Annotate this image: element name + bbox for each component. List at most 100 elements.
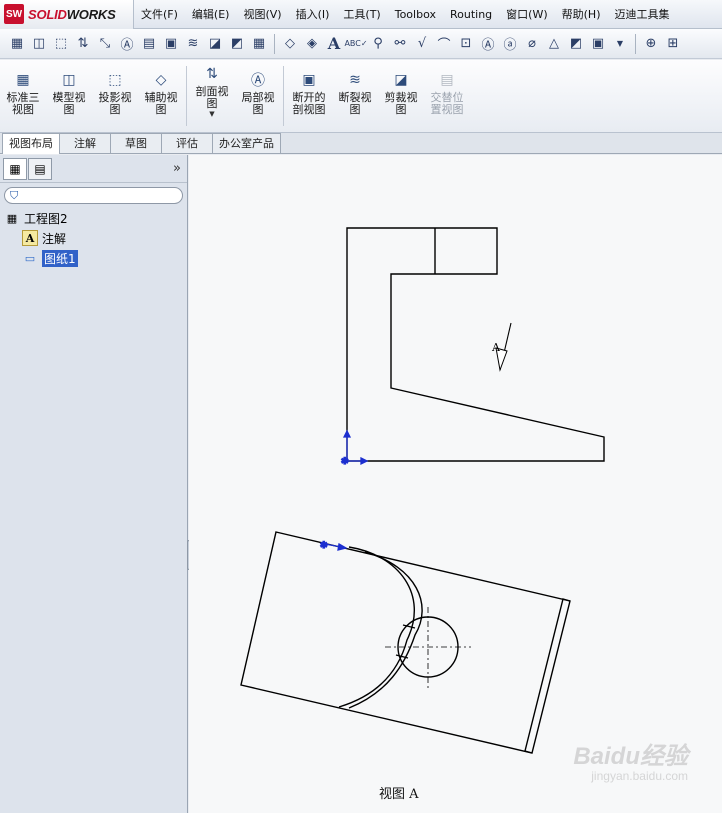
- section-view-a[interactable]: [240, 531, 571, 754]
- menu-bar: SW SOLIDWORKS 文件(F) 编辑(E) 视图(V) 插入(I) 工具…: [0, 0, 722, 29]
- tab-sketch[interactable]: 草图: [110, 133, 162, 153]
- auxiliary-view-button[interactable]: ◇ 辅助视图: [138, 60, 184, 132]
- tree-item-label: 图纸1: [42, 249, 78, 267]
- dropdown-arrow-icon[interactable]: ▼: [609, 33, 631, 55]
- crop-view-button[interactable]: ◪ 剪裁视图: [378, 60, 424, 132]
- block-outline: [240, 531, 571, 754]
- menu-insert[interactable]: 插入(I): [289, 0, 337, 29]
- feature-manager-panel: ▦ ▤ » ⛉ ▦ 工程图2 A 注解 ▭ 图纸1: [0, 155, 188, 813]
- toolbar-separator: [635, 33, 636, 54]
- label-line: 置视图: [430, 103, 464, 116]
- center-mark-icon[interactable]: ⊕: [640, 33, 662, 55]
- datum-target-icon[interactable]: ⌀: [521, 33, 543, 55]
- toolbar-separator: [274, 33, 275, 54]
- menu-file[interactable]: 文件(F): [134, 0, 185, 29]
- weld-symbol-icon[interactable]: ⌒: [433, 33, 455, 55]
- datum-feature-icon[interactable]: ⓐ: [499, 33, 521, 55]
- detail-view-icon: Ⓐ: [251, 73, 265, 89]
- label-line: 图: [252, 103, 264, 116]
- tab-office-products[interactable]: 办公室产品: [212, 133, 281, 153]
- alternate-position-view-button[interactable]: ▤ 交替位 置视图: [424, 60, 470, 132]
- break-view-icon[interactable]: ▤: [138, 33, 160, 55]
- tab-view-layout[interactable]: 视图布局: [2, 133, 60, 154]
- menu-routing[interactable]: Routing: [443, 0, 499, 29]
- layer-icon[interactable]: ◩: [226, 33, 248, 55]
- section-letter: A: [491, 341, 501, 354]
- alternate-position-icon[interactable]: ◪: [204, 33, 226, 55]
- model-view-button[interactable]: ◫ 模型视图: [46, 60, 92, 132]
- feature-manager-tab-icon[interactable]: ▦: [3, 157, 27, 180]
- section-view-button[interactable]: ⇅ 剖面视图 ▼: [189, 60, 235, 132]
- section-view-dropdown-icon[interactable]: ▼: [209, 110, 214, 118]
- watermark-url: jingyan.baidu.com: [591, 769, 688, 783]
- expand-panel-icon[interactable]: »: [173, 161, 181, 176]
- break-view-button[interactable]: ≋ 断裂视图: [332, 60, 378, 132]
- geometric-tolerance-icon[interactable]: Ⓐ: [477, 33, 499, 55]
- ds-logo-icon: SW: [4, 4, 24, 24]
- menu-window[interactable]: 窗口(W): [499, 0, 554, 29]
- tree-item-sheet[interactable]: ▭ 图纸1: [4, 248, 187, 268]
- front-view[interactable]: [346, 227, 605, 462]
- model-items-icon[interactable]: ◈: [301, 33, 323, 55]
- label-line: 图: [395, 103, 407, 116]
- smart-dimension-icon[interactable]: ◇: [279, 33, 301, 55]
- annotations-icon: A: [22, 230, 38, 246]
- projected-view-icon: ⬚: [108, 72, 122, 88]
- section-arrow[interactable]: A: [491, 322, 512, 372]
- tree-item-label: 注解: [42, 231, 67, 246]
- brand-wordmark: SOLIDWORKS: [28, 6, 116, 22]
- drawing-sheet-canvas[interactable]: A ✱ ✱ 视图 A Baidu经验 jingyan.baidu.com: [189, 155, 722, 813]
- command-tabs: 视图布局 注解 草图 评估 办公室产品: [0, 133, 722, 154]
- menu-toolbox[interactable]: Toolbox: [388, 0, 443, 29]
- detail-view-button[interactable]: Ⓐ 局部视图: [235, 60, 281, 132]
- label-line: 图: [206, 97, 218, 110]
- grid-icon[interactable]: ▦: [248, 33, 270, 55]
- menu-edit[interactable]: 编辑(E): [185, 0, 237, 29]
- drawing-toolbar: ▦ ◫ ⬚ ⇅ ⤡ Ⓐ ▤ ▣ ≋ ◪ ◩ ▦ ◇ ◈ A ABC✓ ⚲ ⚯ √…: [0, 29, 722, 59]
- tab-annotation[interactable]: 注解: [59, 133, 111, 153]
- label-line: 图: [109, 103, 121, 116]
- broken-out-section-button[interactable]: ▣ 断开的 剖视图: [286, 60, 332, 132]
- surface-finish-icon[interactable]: √: [411, 33, 433, 55]
- tree-item-drawing[interactable]: ▦ 工程图2: [4, 208, 187, 228]
- auxiliary-view-icon[interactable]: ⇅: [72, 33, 94, 55]
- hatch-fill-icon[interactable]: ◩: [565, 33, 587, 55]
- projected-view-button[interactable]: ⬚ 投影视图: [92, 60, 138, 132]
- menu-view[interactable]: 视图(V): [236, 0, 288, 29]
- broken-out-section-icon[interactable]: ▣: [160, 33, 182, 55]
- command-separator: [283, 66, 284, 126]
- model-view-icon[interactable]: ◫: [28, 33, 50, 55]
- balloon-icon[interactable]: ⚲: [367, 33, 389, 55]
- feature-tree: ▦ 工程图2 A 注解 ▭ 图纸1: [0, 208, 187, 268]
- auxiliary-view-icon: ◇: [155, 72, 167, 88]
- tab-evaluate[interactable]: 评估: [161, 133, 213, 153]
- revision-symbol-icon[interactable]: △: [543, 33, 565, 55]
- menu-help[interactable]: 帮助(H): [555, 0, 608, 29]
- property-manager-tab-icon[interactable]: ▤: [28, 157, 52, 180]
- tree-item-annotations[interactable]: A 注解: [4, 228, 187, 248]
- solidworks-window: SW SOLIDWORKS 文件(F) 编辑(E) 视图(V) 插入(I) 工具…: [0, 0, 722, 813]
- crop-view-icon[interactable]: ≋: [182, 33, 204, 55]
- menu-tools[interactable]: 工具(T): [336, 0, 387, 29]
- solidworks-logo[interactable]: SW SOLIDWORKS: [0, 0, 134, 29]
- note-icon[interactable]: A: [323, 33, 345, 55]
- alternate-position-icon: ▤: [440, 72, 454, 88]
- command-manager: ▦ 标准三 视图 ◫ 模型视图 ⬚ 投影视图 ◇ 辅助视图 ⇅ 剖面视图 ▼ Ⓐ …: [0, 60, 722, 133]
- projected-view-icon[interactable]: ⬚: [50, 33, 72, 55]
- menu-maidi-tools[interactable]: 迈迪工具集: [607, 0, 676, 29]
- section-view-icon[interactable]: ⤡: [94, 33, 116, 55]
- auto-balloon-icon[interactable]: ⚯: [389, 33, 411, 55]
- break-view-icon: ≋: [349, 72, 361, 88]
- standard-3-view-icon[interactable]: ▦: [6, 33, 28, 55]
- spell-checker-icon[interactable]: ABC✓: [344, 33, 367, 55]
- view-label: 视图 A: [379, 787, 419, 802]
- drawing-icon: ▦: [6, 211, 18, 225]
- standard-3-view-button[interactable]: ▦ 标准三 视图: [0, 60, 46, 132]
- broken-out-section-icon: ▣: [302, 72, 316, 88]
- detail-view-icon[interactable]: Ⓐ: [116, 33, 138, 55]
- label-line: 图: [155, 103, 167, 116]
- block-icon[interactable]: ▣: [587, 33, 609, 55]
- hole-callout-icon[interactable]: ⊡: [455, 33, 477, 55]
- tree-filter-input[interactable]: ⛉: [4, 187, 183, 204]
- centerline-icon[interactable]: ⊞: [662, 33, 684, 55]
